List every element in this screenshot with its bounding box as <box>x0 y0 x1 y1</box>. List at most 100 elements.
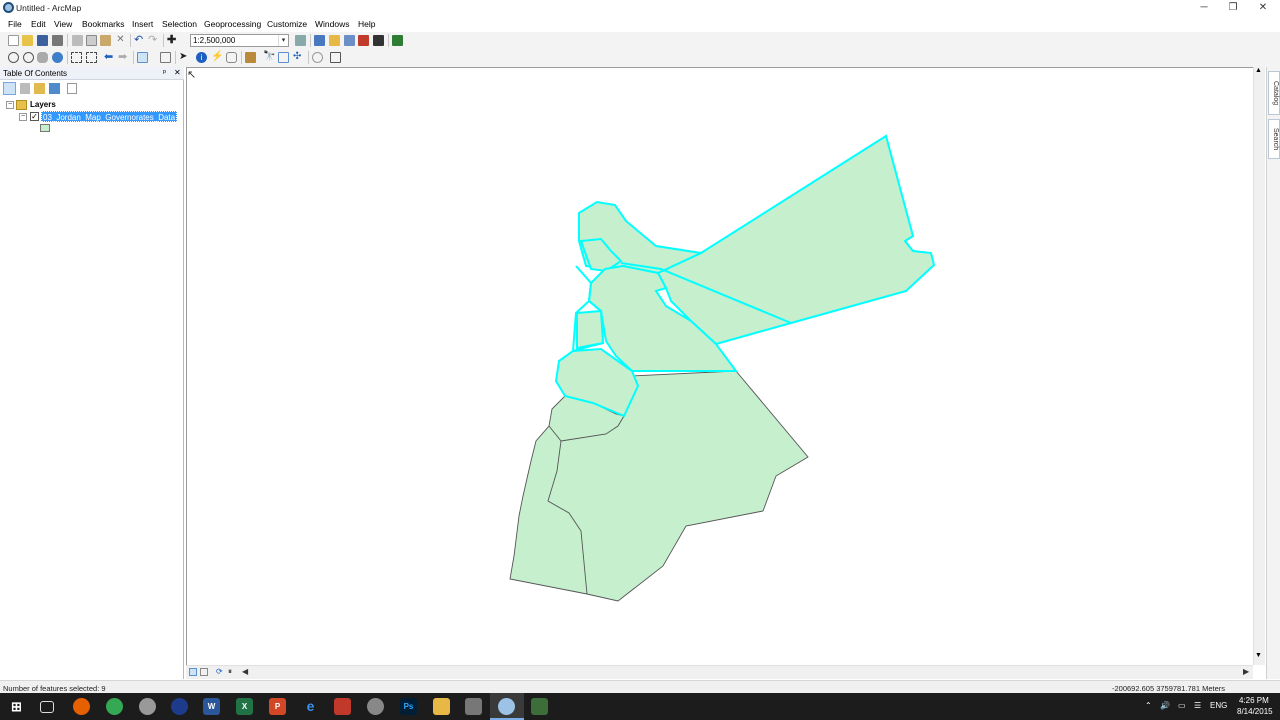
pin-icon[interactable]: ᵖ <box>163 68 166 77</box>
list-by-source-icon[interactable] <box>20 83 30 94</box>
notifications-icon[interactable]: ☰ <box>1194 701 1201 710</box>
delete-icon[interactable]: ✕ <box>115 35 126 46</box>
volume-icon[interactable]: 🔊 <box>1160 701 1170 710</box>
catalog-app-icon[interactable] <box>465 698 482 715</box>
governorate-madaba[interactable] <box>576 309 605 350</box>
identify-icon[interactable]: i <box>196 52 207 63</box>
layer-visibility-checkbox[interactable]: ✓ <box>30 112 39 121</box>
clock-time[interactable]: 4:26 PM <box>1239 696 1269 705</box>
zoom-in-icon[interactable] <box>8 52 19 63</box>
menu-edit[interactable]: Edit <box>31 19 46 29</box>
menu-file[interactable]: File <box>8 19 22 29</box>
unknown-app-icon[interactable] <box>139 698 156 715</box>
refresh-view-icon[interactable]: ⟳ <box>216 667 223 676</box>
file-explorer-icon[interactable] <box>433 698 450 715</box>
arctoolbox-icon[interactable] <box>358 35 369 46</box>
go-to-xy-icon[interactable]: ✣ <box>293 52 304 63</box>
chevron-down-icon[interactable]: ▾ <box>278 35 288 46</box>
tool-app-icon[interactable] <box>334 698 351 715</box>
restore-button[interactable]: ❐ <box>1218 0 1248 16</box>
arcmap-extra-icon[interactable] <box>531 698 548 715</box>
forward-extent-icon[interactable]: ➡ <box>118 52 129 63</box>
back-extent-icon[interactable]: ⬅ <box>104 52 115 63</box>
clear-selection-icon[interactable] <box>160 52 171 63</box>
scroll-up-icon[interactable]: ▲ <box>1255 67 1262 74</box>
data-view-button[interactable] <box>189 668 197 676</box>
fixed-zoom-out-icon[interactable] <box>86 52 97 63</box>
measure-icon[interactable] <box>245 52 256 63</box>
network-icon[interactable]: ▭ <box>1178 701 1186 710</box>
select-features-icon[interactable] <box>137 52 148 63</box>
governorate-mafraq[interactable] <box>656 134 936 346</box>
find-route-icon[interactable] <box>278 52 289 63</box>
catalog-dock-tab[interactable]: Catalog <box>1268 71 1280 115</box>
redo-icon[interactable]: ↷ <box>148 35 159 46</box>
edge-icon[interactable]: e <box>302 698 319 715</box>
map-horizontal-scrollbar[interactable]: ⟳ ⏸ ◀ ▶ <box>186 665 1253 679</box>
print-icon[interactable] <box>52 35 63 46</box>
time-slider-icon[interactable] <box>312 52 323 63</box>
layers-group-label[interactable]: Layers <box>30 100 56 109</box>
scroll-right-icon[interactable]: ▶ <box>1243 667 1249 676</box>
layer-name[interactable]: 03_Jordan_Map_Governorates_Data <box>41 111 178 122</box>
menu-selection[interactable]: Selection <box>162 19 197 29</box>
menu-help[interactable]: Help <box>358 19 375 29</box>
add-data-icon[interactable]: ✚ <box>167 35 178 46</box>
html-popup-icon[interactable] <box>226 52 237 63</box>
arcgis-app-icon[interactable] <box>367 698 384 715</box>
pan-icon[interactable] <box>37 52 48 63</box>
save-icon[interactable] <box>37 35 48 46</box>
scroll-left-icon[interactable]: ◀ <box>242 667 248 676</box>
jordan-map-svg[interactable] <box>187 68 1254 666</box>
list-by-visibility-icon[interactable] <box>34 83 45 94</box>
catalog-window-icon[interactable] <box>329 35 340 46</box>
map-vertical-scrollbar[interactable]: ▲ ▼ <box>1253 67 1265 665</box>
fixed-zoom-in-icon[interactable] <box>71 52 82 63</box>
menu-insert[interactable]: Insert <box>132 19 153 29</box>
search-window-icon[interactable] <box>344 35 355 46</box>
list-by-drawing-order-icon[interactable] <box>3 82 16 95</box>
menu-geoprocessing[interactable]: Geoprocessing <box>204 19 261 29</box>
governorate-south[interactable] <box>509 370 809 602</box>
powerpoint-icon[interactable]: P <box>269 698 286 715</box>
full-extent-icon[interactable] <box>52 52 63 63</box>
find-icon[interactable]: 🔭 <box>263 52 275 63</box>
copy-icon[interactable] <box>86 35 97 46</box>
select-elements-icon[interactable]: ➤ <box>179 52 190 63</box>
editor-toolbar-icon[interactable] <box>295 35 306 46</box>
close-window-button[interactable]: ✕ <box>1248 0 1278 16</box>
new-document-icon[interactable] <box>8 35 19 46</box>
start-windows-icon[interactable]: ⊞ <box>8 698 25 715</box>
menu-windows[interactable]: Windows <box>315 19 349 29</box>
search-dock-tab[interactable]: Search <box>1268 119 1280 159</box>
chrome-icon[interactable] <box>106 698 123 715</box>
scroll-down-icon[interactable]: ▼ <box>1255 652 1262 659</box>
create-viewer-window-icon[interactable] <box>330 52 341 63</box>
layer-collapse-toggle[interactable]: − <box>19 113 27 121</box>
word-icon[interactable]: W <box>203 698 220 715</box>
undo-icon[interactable]: ↶ <box>134 35 145 46</box>
list-by-selection-icon[interactable] <box>49 83 60 94</box>
python-window-icon[interactable] <box>373 35 384 46</box>
layout-view-button[interactable] <box>200 668 208 676</box>
photoshop-icon[interactable]: Ps <box>400 698 417 715</box>
layer-symbol-swatch[interactable] <box>40 124 50 132</box>
menu-bookmarks[interactable]: Bookmarks <box>82 19 125 29</box>
pause-drawing-icon[interactable]: ⏸ <box>228 667 232 677</box>
table-of-contents-window-icon[interactable] <box>314 35 325 46</box>
options-icon[interactable] <box>67 83 77 94</box>
firefox-icon[interactable] <box>73 698 90 715</box>
map-scale-dropdown[interactable]: 1:2,500,000 ▾ <box>190 34 289 47</box>
map-view[interactable]: ↖ <box>186 67 1253 665</box>
media-app-icon[interactable] <box>171 698 188 715</box>
arcmap-taskbar-icon[interactable] <box>498 698 515 715</box>
cut-icon[interactable] <box>72 35 83 46</box>
clock-date[interactable]: 8/14/2015 <box>1237 707 1273 716</box>
model-builder-icon[interactable] <box>392 35 403 46</box>
show-hidden-icons[interactable]: ⌃ <box>1145 701 1152 710</box>
minimize-button[interactable]: ─ <box>1189 0 1219 16</box>
task-view-icon[interactable] <box>40 701 54 713</box>
paste-icon[interactable] <box>100 35 111 46</box>
language-indicator[interactable]: ENG <box>1210 701 1227 710</box>
zoom-out-icon[interactable] <box>23 52 34 63</box>
